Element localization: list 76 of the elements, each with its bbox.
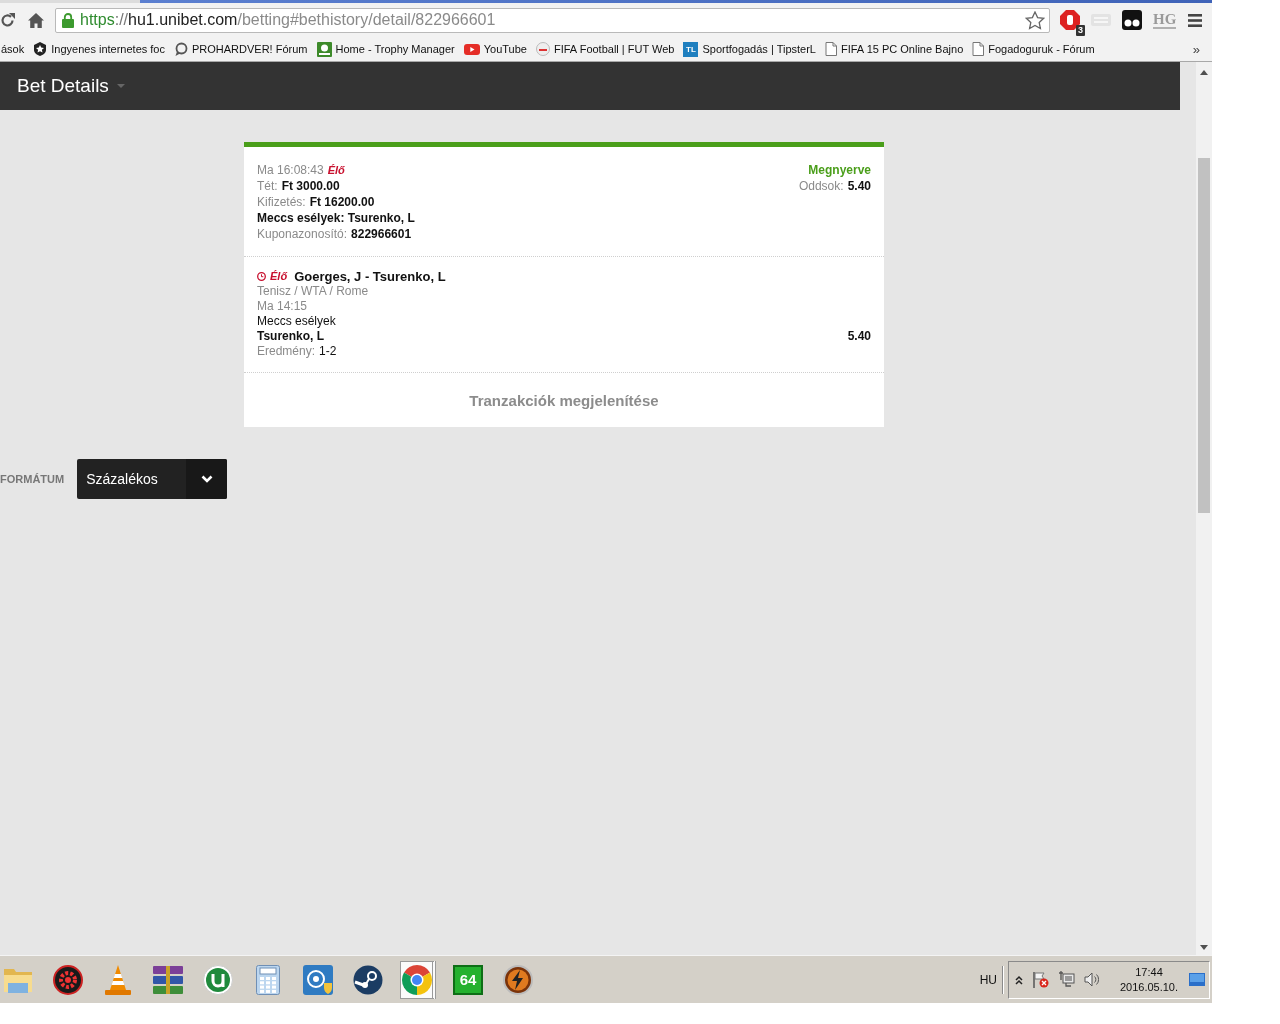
odds-value: 5.40 bbox=[847, 178, 871, 194]
chat-bubble-icon bbox=[174, 42, 188, 56]
scroll-down-icon[interactable] bbox=[1200, 945, 1208, 950]
chevron-down-icon bbox=[200, 475, 213, 483]
event-name: Goerges, J - Tsurenko, L bbox=[294, 269, 446, 284]
speaker-icon[interactable] bbox=[1084, 972, 1099, 987]
odds-format-dropdown[interactable]: Százalékos bbox=[77, 459, 228, 499]
bookmark[interactable]: Ingyenes internetes foc bbox=[33, 42, 165, 56]
field-value: 822966601 bbox=[351, 226, 412, 242]
field-value: Ft 3000.00 bbox=[281, 178, 340, 194]
clock-date: 2016.05.10. bbox=[1119, 979, 1179, 995]
bookmark[interactable]: Fogadoguruk - Fórum bbox=[972, 42, 1095, 56]
round-logo-icon bbox=[536, 42, 550, 56]
star-shield-icon bbox=[33, 42, 48, 56]
bookmark[interactable]: ások bbox=[1, 43, 25, 55]
clock-time: 17:44 bbox=[1135, 964, 1163, 980]
disc-logo-icon bbox=[353, 964, 383, 995]
page-icon bbox=[972, 42, 985, 56]
show-hidden-icons-icon[interactable] bbox=[1015, 974, 1023, 985]
field-label: Kifizetés: bbox=[257, 194, 306, 210]
stacked-books-icon bbox=[153, 965, 183, 994]
bookmark[interactable]: TL Sportfogadás | TipsterL bbox=[683, 41, 816, 57]
bookmarks-overflow-button[interactable]: » bbox=[1192, 41, 1200, 57]
selection-pick: Tsurenko, L bbox=[257, 329, 325, 344]
url-text: https://hu1.unibet.com/betting#bethistory/detail/822966601 bbox=[80, 11, 496, 29]
bet-status: Megnyerve bbox=[808, 162, 871, 178]
bookmark[interactable]: PROHARDVER! Fórum bbox=[174, 42, 308, 56]
reload-icon[interactable] bbox=[0, 12, 15, 28]
address-bar[interactable]: https://hu1.unibet.com/betting#bethistory/detail/822966601 bbox=[55, 7, 1050, 33]
page-icon bbox=[824, 42, 837, 56]
page-title: Bet Details bbox=[17, 75, 109, 97]
target-tile-icon bbox=[303, 964, 333, 995]
live-label: Élő bbox=[327, 163, 345, 178]
folder-icon bbox=[3, 966, 33, 993]
browser-icon bbox=[401, 964, 432, 995]
hook-disc-icon bbox=[203, 964, 233, 995]
scroll-up-icon[interactable] bbox=[1200, 70, 1208, 75]
flag-alert-icon[interactable] bbox=[1032, 971, 1049, 988]
play-button-icon bbox=[463, 43, 480, 55]
bet-placed-time: Ma 16:08:43 bbox=[257, 162, 324, 178]
bookmark[interactable]: FIFA Football | FUT Web bbox=[536, 42, 675, 56]
bookmark[interactable]: Home - Trophy Manager bbox=[316, 41, 455, 57]
bookmark[interactable]: YouTube bbox=[463, 43, 527, 55]
odds-label: Oddsok: bbox=[798, 178, 844, 194]
field-label: Kuponazonosító: bbox=[257, 226, 348, 242]
lock-icon bbox=[62, 12, 74, 28]
event-start-time: Ma 14:15 bbox=[257, 299, 308, 314]
network-icon[interactable] bbox=[1058, 971, 1075, 988]
eyes-tile-icon[interactable] bbox=[1122, 10, 1142, 30]
selection-odds: 5.40 bbox=[847, 329, 871, 344]
competition-path: Tenisz / WTA / Rome bbox=[257, 284, 369, 299]
ball-tile-icon bbox=[316, 41, 332, 57]
result-label: Eredmény: bbox=[257, 344, 316, 359]
home-icon[interactable] bbox=[28, 12, 44, 28]
bookmark-star-icon[interactable] bbox=[1025, 10, 1045, 30]
clock-icon bbox=[257, 272, 266, 281]
lightning-icon bbox=[503, 964, 533, 995]
scrollbar-thumb[interactable] bbox=[1198, 158, 1210, 513]
clock[interactable]: 17:44 2016.05.10. bbox=[1118, 964, 1180, 995]
stop-sign-icon[interactable] bbox=[1060, 10, 1080, 30]
field-value: Meccs esélyek: Tsurenko, L bbox=[257, 210, 415, 226]
caret-icon bbox=[116, 84, 125, 88]
calculator-icon bbox=[256, 964, 280, 995]
odds-format-label: FORMÁTUM bbox=[0, 473, 65, 485]
site-logo: TL bbox=[683, 41, 699, 57]
live-label: Élő bbox=[270, 269, 288, 284]
field-label: Tét: bbox=[257, 178, 278, 194]
market-name: Meccs esélyek bbox=[257, 314, 336, 329]
result-value: 1-2 bbox=[319, 344, 337, 359]
bookmark[interactable]: FIFA 15 PC Online Bajno bbox=[824, 42, 964, 56]
gear-circle-icon bbox=[53, 964, 83, 995]
traffic-cone-icon bbox=[105, 964, 131, 995]
menu-icon[interactable] bbox=[1188, 13, 1203, 27]
field-value: Ft 16200.00 bbox=[309, 194, 375, 210]
language-indicator[interactable]: HU bbox=[979, 972, 997, 987]
count-badge: 3 bbox=[1076, 25, 1085, 36]
